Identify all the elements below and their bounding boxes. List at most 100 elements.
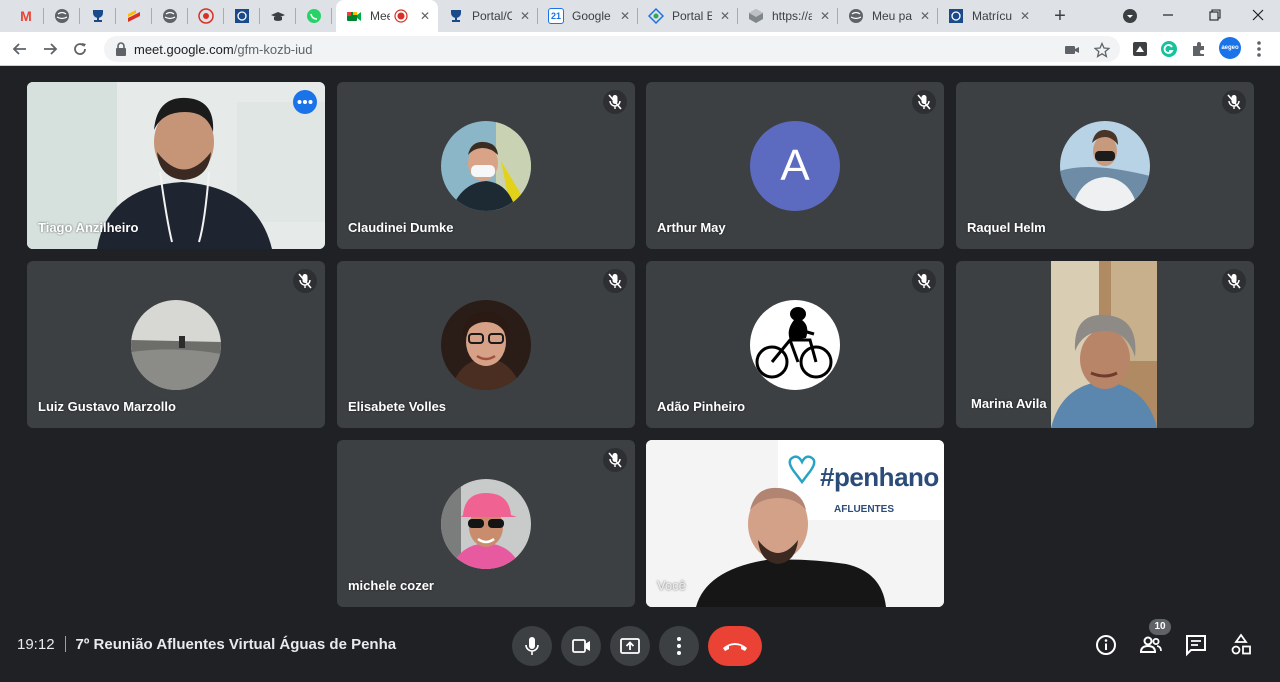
tab-meet[interactable]: Meet ✕ [336,0,438,32]
participant-name: Marina Avila [971,396,1047,411]
forward-button[interactable] [39,38,61,60]
close-icon[interactable]: ✕ [520,9,530,23]
participant-avatar [1060,121,1150,211]
star-icon[interactable] [1094,42,1110,58]
mic-icon [525,637,539,655]
tab-meu-pa[interactable]: Meu pa ✕ [838,0,938,32]
more-options-button[interactable] [659,626,699,666]
camera-button[interactable] [561,626,601,666]
tab-search-button[interactable] [1118,4,1142,28]
close-icon [1252,9,1264,21]
pinned-tab-seal[interactable] [188,0,224,32]
participant-tile-adao[interactable]: Adão Pinheiro [646,261,944,428]
whatsapp-icon [307,9,321,23]
participant-name: Arthur May [657,220,726,235]
extension-screenshot-icon[interactable] [1130,39,1150,59]
lock-icon[interactable] [114,41,128,57]
camera-in-use-icon[interactable] [1064,42,1080,58]
more-horizontal-icon [297,100,313,104]
url-path: /gfm-kozb-iud [233,42,313,57]
mic-off-icon [1227,273,1241,289]
pinned-tab-gmail[interactable]: M [8,0,44,32]
close-icon[interactable]: ✕ [1020,9,1030,23]
call-end-icon [723,643,747,651]
mic-off-icon [1227,94,1241,110]
close-icon[interactable]: ✕ [920,9,930,23]
close-icon[interactable]: ✕ [420,9,430,23]
tab-https[interactable]: https://a ✕ [738,0,838,32]
mic-off-indicator [1222,269,1246,293]
tab-label: Portal/C [472,9,512,23]
extensions-puzzle-icon[interactable] [1189,39,1209,59]
profile-avatar[interactable]: aegeo [1219,37,1241,59]
present-to-all-icon [620,638,640,654]
participant-tile-tiago[interactable]: Tiago Anzilheiro [27,82,325,249]
shield-logo-icon [235,9,249,23]
participant-tile-luiz[interactable]: Luiz Gustavo Marzollo [27,261,325,428]
tab-portal-e[interactable]: Portal E ✕ [638,0,738,32]
back-button[interactable] [9,38,31,60]
tab-label: Portal E [672,9,712,23]
chat-icon[interactable] [1183,632,1209,658]
tab-label: Matrícu [972,9,1012,23]
cube-icon [749,9,763,23]
tab-label: Meet [370,9,390,23]
browser-menu-icon[interactable] [1256,40,1262,58]
participant-tile-michele[interactable]: michele cozer [337,440,635,607]
browser-toolbar: meet.google.com/gfm-kozb-iud aegeo [0,32,1280,66]
tab-label: Meu pa [872,9,912,23]
participant-name: Luiz Gustavo Marzollo [38,399,176,414]
self-banner-text: #penhano [820,462,939,492]
pinned-tab-flag[interactable] [116,0,152,32]
pinned-tab-globe-2[interactable] [152,0,188,32]
tab-label: https://a [772,9,812,23]
pinned-tab-shield[interactable] [224,0,260,32]
end-call-button[interactable] [708,626,762,666]
participant-tile-self[interactable]: #penhano AFLUENTES Você [646,440,944,607]
pinned-tab-globe[interactable] [44,0,80,32]
tab-label: Google [572,9,611,23]
reload-button[interactable] [69,38,91,60]
close-icon[interactable]: ✕ [620,9,630,23]
recording-icon [394,9,408,23]
participant-name: Claudinei Dumke [348,220,454,235]
new-tab-button[interactable]: + [1048,4,1072,28]
tab-strip: M Meet ✕ Portal/C ✕ 21 Google ✕ [0,0,1280,32]
tab-portal-c[interactable]: Portal/C ✕ [438,0,538,32]
microphone-button[interactable] [512,626,552,666]
mic-off-indicator [912,269,936,293]
participant-tile-claudinei[interactable]: Claudinei Dumke [337,82,635,249]
participant-tile-marina[interactable]: Marina Avila [956,261,1254,428]
pinned-tab-whatsapp[interactable] [296,0,332,32]
mic-off-indicator [293,269,317,293]
diamond-logo-icon [648,8,664,24]
globe-icon [55,9,69,23]
tab-google-calendar[interactable]: 21 Google ✕ [538,0,638,32]
self-banner-subtext: AFLUENTES [834,504,894,515]
mic-off-indicator [603,448,627,472]
present-screen-button[interactable] [610,626,650,666]
meeting-info-icon[interactable] [1093,632,1119,658]
restore-button[interactable] [1203,4,1227,28]
activities-icon[interactable] [1228,632,1254,658]
participant-name: Raquel Helm [967,220,1046,235]
participant-tile-elisabete[interactable]: Elisabete Volles [337,261,635,428]
pinned-tab-graduation[interactable] [260,0,296,32]
address-bar[interactable]: meet.google.com/gfm-kozb-iud [104,36,1120,62]
more-options-button[interactable] [293,90,317,114]
mic-off-icon [917,94,931,110]
grammarly-icon[interactable] [1159,39,1179,59]
close-icon[interactable]: ✕ [720,9,730,23]
people-icon[interactable] [1138,632,1164,658]
letter-avatar: A [750,121,840,211]
participant-tile-raquel[interactable]: Raquel Helm [956,82,1254,249]
pinned-tab-trophy[interactable] [80,0,116,32]
mic-off-icon [608,94,622,110]
tab-matricula[interactable]: Matrícu ✕ [938,0,1038,32]
minimize-button[interactable] [1156,4,1180,28]
shield-logo-icon [949,9,963,23]
close-window-button[interactable] [1246,4,1270,28]
participant-tile-arthur[interactable]: A Arthur May [646,82,944,249]
close-icon[interactable]: ✕ [820,9,830,23]
participant-avatar [441,479,531,569]
